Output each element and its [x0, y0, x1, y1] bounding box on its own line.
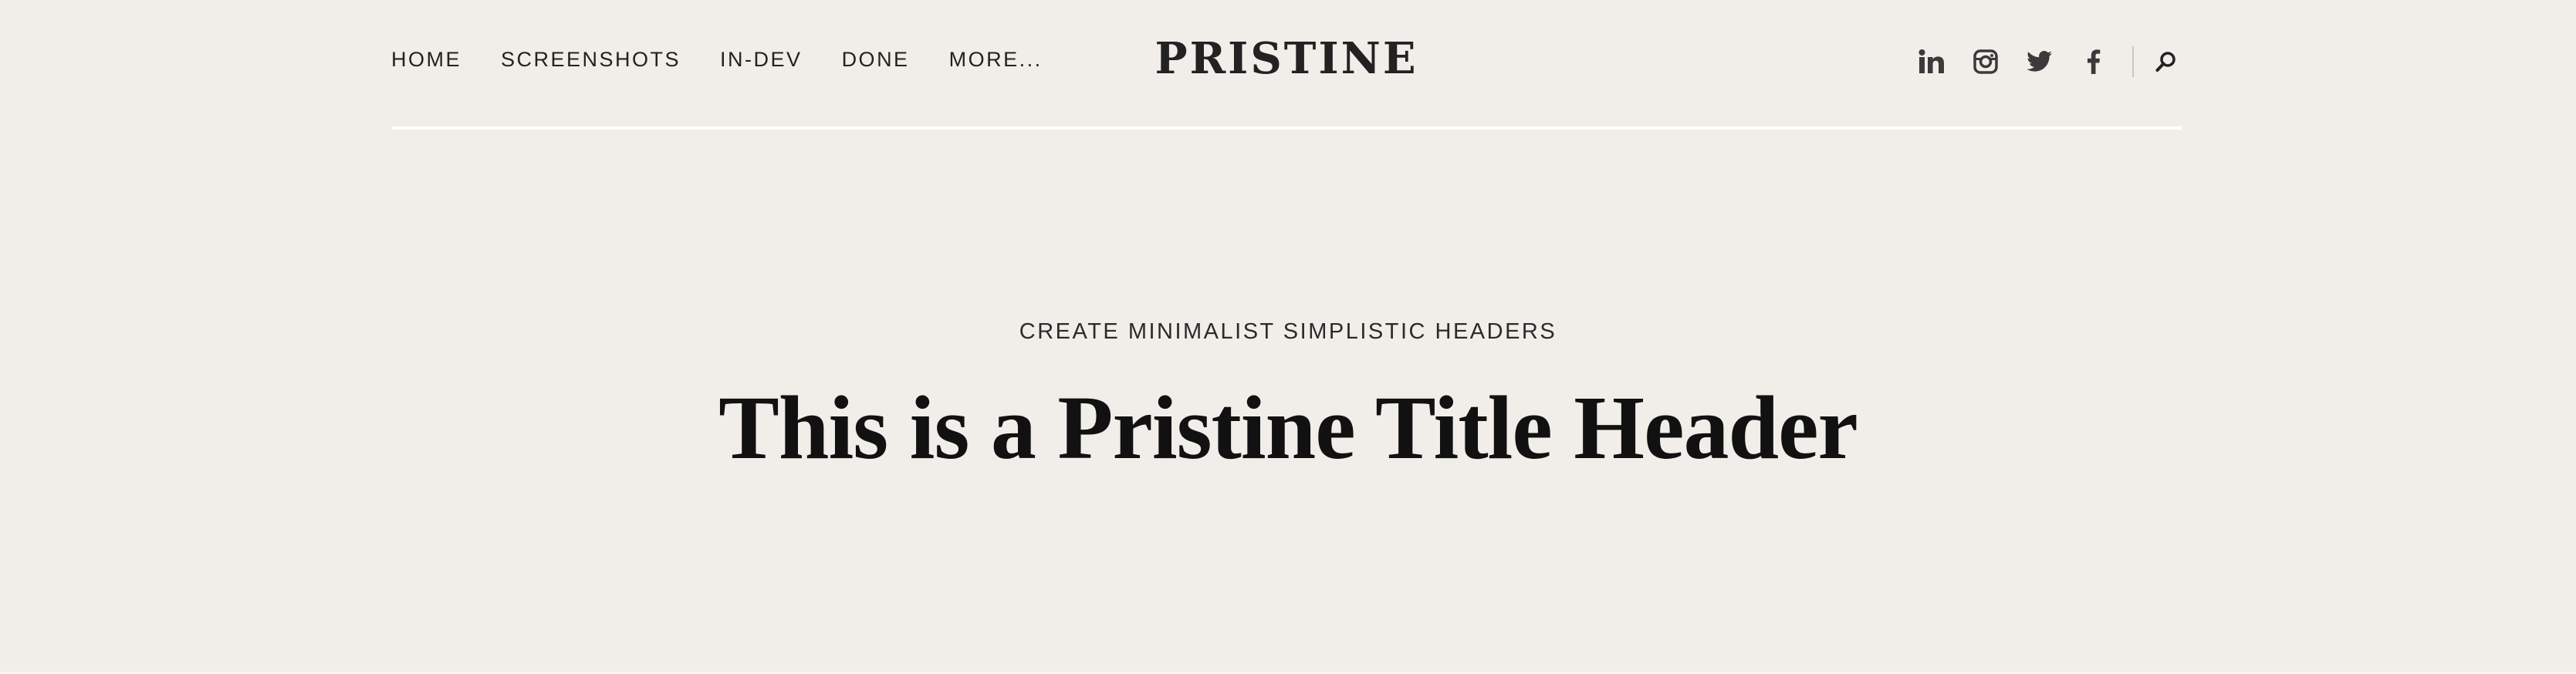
instagram-icon[interactable]	[1970, 46, 2001, 77]
linkedin-icon[interactable]	[1916, 46, 1947, 77]
header-rule	[391, 126, 2182, 130]
social-divider	[2132, 46, 2134, 77]
nav-item-done[interactable]: DONE	[842, 48, 910, 72]
social-links	[1893, 43, 2182, 80]
site-header: HOME SCREENSHOTS IN-DEV DONE MORE... PRI…	[391, 0, 2182, 130]
main-nav: HOME SCREENSHOTS IN-DEV DONE MORE...	[391, 48, 1082, 72]
hero-kicker: CREATE MINIMALIST SIMPLISTIC HEADERS	[1019, 319, 1557, 344]
hero-title: This is a Pristine Title Header	[718, 377, 1858, 478]
facebook-icon[interactable]	[2078, 46, 2109, 77]
nav-item-home[interactable]: HOME	[391, 48, 461, 72]
nav-item-in-dev[interactable]: IN-DEV	[720, 48, 803, 72]
site-logo[interactable]: PRISTINE	[1154, 33, 1418, 84]
twitter-icon[interactable]	[2024, 46, 2055, 77]
hero-section: CREATE MINIMALIST SIMPLISTIC HEADERS Thi…	[0, 315, 2576, 539]
nav-item-more[interactable]: MORE...	[949, 48, 1043, 72]
nav-item-screenshots[interactable]: SCREENSHOTS	[501, 48, 681, 72]
search-icon[interactable]	[2151, 46, 2182, 77]
